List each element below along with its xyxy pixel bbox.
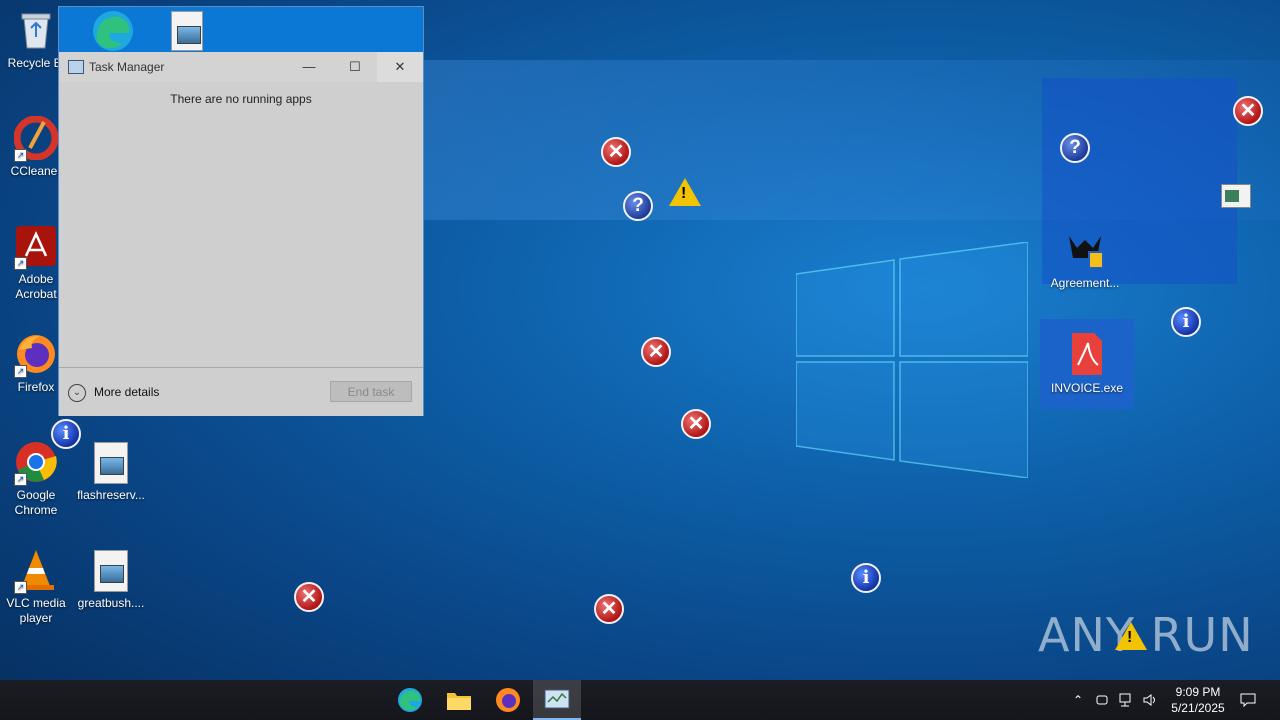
desktop-icon-invoice[interactable]: INVOICE.exe: [1040, 319, 1134, 409]
info-icon: i: [851, 563, 881, 593]
taskbar-edge[interactable]: [386, 680, 434, 720]
desktop-icon-label-line1: VLC media: [6, 596, 66, 610]
error-icon: ✕: [294, 582, 324, 612]
info-icon: i: [1171, 307, 1201, 337]
network-icon[interactable]: [1116, 680, 1138, 720]
info-icon: i: [51, 419, 81, 449]
image-file-icon: [94, 442, 128, 484]
desktop-icon-agreement[interactable]: Agreement...: [1049, 228, 1121, 291]
task-manager-window[interactable]: Task Manager — ☐ ✕ There are no running …: [59, 7, 423, 416]
warning-icon: !: [1115, 622, 1147, 650]
desktop-icon-label: greatbush....: [77, 596, 145, 610]
window-title: Task Manager: [89, 60, 165, 74]
desktop-icon-flashreserv[interactable]: flashreserv...: [75, 442, 147, 503]
show-hidden-icons-chevron-icon[interactable]: ⌃: [1068, 680, 1088, 720]
taskbar: ⌃ 9:09 PM 5/21/2025: [0, 680, 1280, 720]
task-manager-footer: ⌄ More details End task: [59, 367, 423, 416]
error-icon: ✕: [594, 594, 624, 624]
taskbar-clock[interactable]: 9:09 PM 5/21/2025: [1160, 684, 1236, 716]
task-manager-titlebar[interactable]: Task Manager — ☐ ✕: [59, 52, 423, 82]
desktop-icon-google-chrome[interactable]: ↗ Google Chrome: [0, 440, 72, 518]
shortcut-arrow-icon: ↗: [14, 365, 27, 378]
desktop-icon-label-line2: player: [19, 611, 53, 625]
ccleaner-icon: ↗: [13, 115, 59, 162]
folder-icon: [447, 693, 471, 710]
taskbar-task-manager[interactable]: [533, 680, 581, 720]
more-details-link[interactable]: More details: [94, 385, 159, 399]
notifications-icon[interactable]: [1234, 680, 1262, 720]
adobe-acrobat-icon: ↗: [14, 224, 58, 270]
shortcut-arrow-icon: ↗: [14, 581, 27, 594]
error-icon: ✕: [641, 337, 671, 367]
edge-icon: [87, 9, 135, 53]
desktop-icon-label: INVOICE.exe: [1050, 381, 1124, 395]
error-icon: ✕: [1233, 96, 1263, 126]
clock-time: 9:09 PM: [1175, 685, 1221, 699]
maximize-button[interactable]: ☐: [332, 52, 378, 82]
volume-icon[interactable]: [1140, 680, 1162, 720]
end-task-button[interactable]: End task: [330, 381, 412, 402]
minimize-button[interactable]: —: [286, 52, 332, 82]
warning-icon: !: [669, 178, 701, 206]
vlc-cone-icon: ↗: [14, 548, 58, 594]
taskbar-file-explorer[interactable]: [435, 680, 483, 720]
firefox-icon: [496, 688, 520, 712]
agreement-file-icon: [1063, 228, 1107, 272]
task-manager-header-band: [59, 7, 423, 52]
firefox-icon: ↗: [14, 332, 58, 378]
error-icon: ✕: [681, 409, 711, 439]
close-button[interactable]: ✕: [377, 52, 423, 82]
task-manager-icon: [544, 689, 570, 709]
pdf-file-icon: [1068, 331, 1106, 377]
windows-logo-wallpaper: [796, 242, 1028, 478]
desktop-icon-label-line1: Google: [16, 488, 56, 502]
google-chrome-icon: ↗: [14, 440, 58, 486]
desktop-icon-label: Agreement...: [1050, 276, 1120, 290]
desktop-icon-greatbush[interactable]: greatbush....: [75, 550, 147, 611]
image-file-icon: [171, 11, 203, 51]
error-icon: ✕: [601, 137, 631, 167]
chevron-down-icon[interactable]: ⌄: [68, 384, 86, 402]
clock-date: 5/21/2025: [1171, 701, 1225, 715]
question-icon: ?: [623, 191, 653, 221]
document-shortcut-icon[interactable]: [1221, 184, 1251, 208]
question-icon: ?: [1060, 133, 1090, 163]
edge-icon: [398, 688, 422, 712]
empty-state-message: There are no running apps: [170, 92, 312, 106]
meet-now-icon[interactable]: [1092, 680, 1112, 720]
task-manager-app-icon: [68, 60, 84, 74]
recycle-bin-icon: [14, 8, 58, 52]
shortcut-arrow-icon: ↗: [14, 473, 27, 486]
shortcut-arrow-icon: ↗: [14, 149, 27, 162]
taskbar-firefox[interactable]: [484, 680, 532, 720]
desktop-icon-vlc[interactable]: ↗ VLC media player: [0, 548, 72, 626]
desktop: Recycle Bi ↗ CCleaner ↗ Adobe Acrobat ↗ …: [0, 0, 1280, 680]
image-file-icon: [94, 550, 128, 592]
desktop-icon-label: flashreserv...: [77, 488, 145, 502]
desktop-icon-label-line2: Chrome: [14, 503, 58, 517]
shortcut-arrow-icon: ↗: [14, 257, 27, 270]
